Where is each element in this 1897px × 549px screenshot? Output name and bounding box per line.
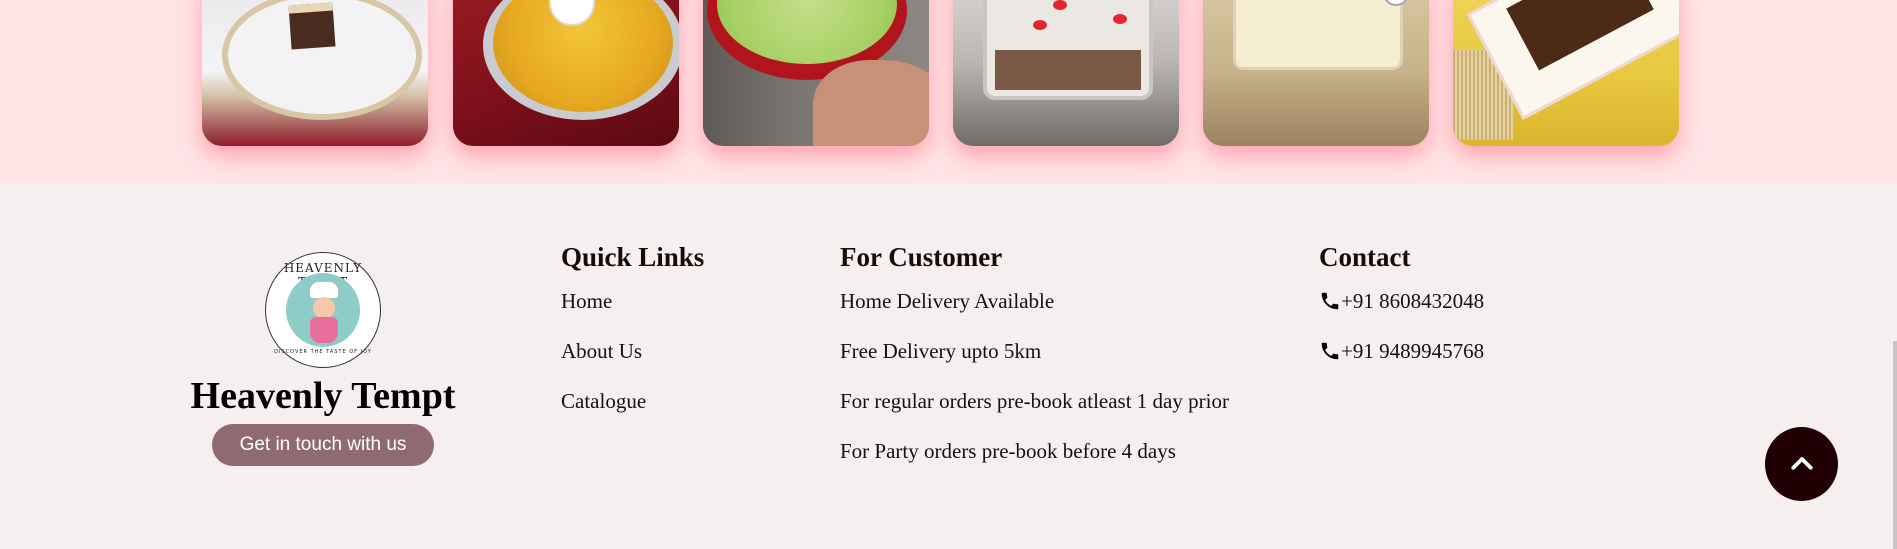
get-in-touch-button[interactable]: Get in touch with us xyxy=(212,424,434,466)
phone-number: +91 9489945768 xyxy=(1341,339,1485,363)
berry-shape xyxy=(1113,14,1127,24)
phone-icon xyxy=(1321,292,1339,310)
quick-link-catalogue[interactable]: Catalogue xyxy=(561,389,704,439)
customer-info-item: Home Delivery Available xyxy=(840,289,1055,313)
gallery-image[interactable] xyxy=(453,0,679,146)
phone-number: +91 8608432048 xyxy=(1341,289,1485,313)
quick-link-about-us[interactable]: About Us xyxy=(561,339,704,389)
hand-shape xyxy=(813,60,929,146)
contact-section: Contact +91 8608432048 +91 9489945768 xyxy=(1319,242,1484,389)
cake-layer-shape xyxy=(995,50,1141,90)
chevron-up-icon xyxy=(1790,457,1813,470)
customer-info-item: Free Delivery upto 5km xyxy=(840,339,1042,363)
contact-phone[interactable]: +91 9489945768 xyxy=(1319,339,1484,389)
berry-shape xyxy=(1033,20,1047,30)
customer-info-item: For Party orders pre-book before 4 days xyxy=(840,439,1176,463)
chef-face-icon xyxy=(313,297,335,319)
tub-shape xyxy=(1233,0,1403,70)
phone-icon xyxy=(1321,342,1339,360)
for-customer-title: For Customer xyxy=(840,242,1003,272)
customer-info-item: For regular orders pre-book atleast 1 da… xyxy=(840,389,1229,413)
brand-name: Heavenly Tempt xyxy=(190,375,456,417)
gallery-image[interactable] xyxy=(202,0,428,146)
scroll-to-top-button[interactable] xyxy=(1765,427,1838,501)
cake-shape xyxy=(288,2,336,50)
gallery-image[interactable] xyxy=(703,0,929,146)
berry-shape xyxy=(1053,0,1067,10)
gallery-image[interactable] xyxy=(1203,0,1429,146)
gallery-image[interactable] xyxy=(953,0,1179,146)
contact-title: Contact xyxy=(1319,242,1411,272)
gallery-image[interactable] xyxy=(1453,0,1679,146)
logo-tagline: DISCOVER THE TASTE OF JOY xyxy=(274,349,372,355)
quick-links-section: Quick Links Home About Us Catalogue xyxy=(561,242,704,439)
brand-logo: HEAVENLY TEMPT DISCOVER THE TASTE OF JOY xyxy=(265,252,381,368)
quick-link-home[interactable]: Home xyxy=(561,289,704,339)
scrollbar-thumb[interactable] xyxy=(1893,341,1897,549)
gallery-strip xyxy=(0,0,1897,184)
quick-links-title: Quick Links xyxy=(561,242,705,272)
for-customer-section: For Customer Home Delivery Available Fre… xyxy=(840,242,1229,489)
contact-phone[interactable]: +91 8608432048 xyxy=(1319,289,1484,339)
site-footer: HEAVENLY TEMPT DISCOVER THE TASTE OF JOY… xyxy=(0,184,1897,549)
footer-brand: HEAVENLY TEMPT DISCOVER THE TASTE OF JOY… xyxy=(188,252,458,466)
chef-apron-icon xyxy=(310,317,338,343)
